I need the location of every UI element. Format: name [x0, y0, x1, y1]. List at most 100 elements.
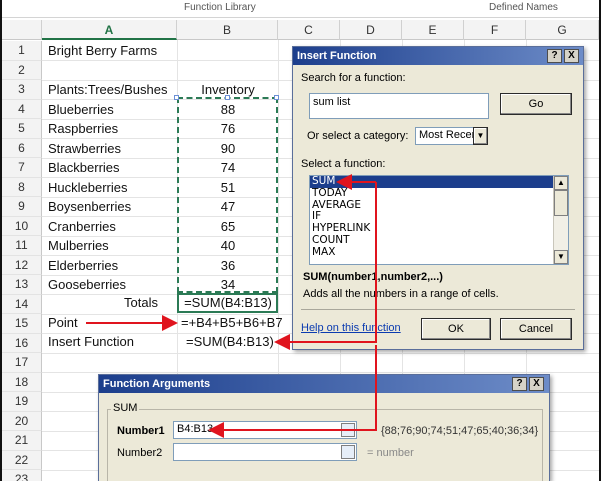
cell-b12[interactable]: 36: [178, 256, 278, 275]
row-header-12[interactable]: 12: [2, 255, 42, 275]
column-header-b[interactable]: B: [177, 20, 278, 40]
select-all-corner[interactable]: [2, 20, 42, 40]
function-arguments-dialog: Function Arguments ? X SUM Number1 B4:B1…: [98, 374, 550, 481]
cell-b5[interactable]: 76: [178, 119, 278, 138]
range-handle-top-right[interactable]: [274, 95, 279, 100]
column-header-f[interactable]: F: [464, 20, 526, 40]
row-header-7[interactable]: 7: [2, 158, 42, 178]
chevron-down-icon[interactable]: ▼: [473, 127, 488, 145]
cell-a1[interactable]: Bright Berry Farms: [48, 41, 157, 60]
cell-a5[interactable]: Raspberries: [48, 119, 118, 138]
row-header-13[interactable]: 13: [2, 275, 42, 295]
row-header-2[interactable]: 2: [2, 60, 42, 80]
column-header-a[interactable]: A: [42, 20, 177, 40]
insert-function-dialog: Insert Function ? X Search for a functio…: [292, 46, 584, 350]
cell-a15[interactable]: Point: [48, 313, 78, 332]
number1-label: Number1: [117, 425, 165, 437]
row-header-20[interactable]: 20: [2, 411, 42, 431]
range-handle-top[interactable]: [225, 95, 230, 100]
row-header-23[interactable]: 23: [2, 470, 42, 481]
function-list-item[interactable]: COUNT: [310, 234, 568, 247]
cell-b10[interactable]: 65: [178, 217, 278, 236]
number1-input[interactable]: B4:B13: [173, 421, 357, 439]
function-list[interactable]: SUM TODAY AVERAGE IF HYPERLINK COUNT MAX ▲ ▼: [309, 175, 569, 265]
row-header-11[interactable]: 11: [2, 236, 42, 256]
row-header-15[interactable]: 15: [2, 314, 42, 334]
cell-b7[interactable]: 74: [178, 158, 278, 177]
row-header-22[interactable]: 22: [2, 450, 42, 470]
ribbon-strip: Function Library Defined Names: [2, 0, 599, 18]
sum-group-label: SUM: [111, 402, 140, 414]
cell-a7[interactable]: Blackberries: [48, 158, 120, 177]
go-button[interactable]: Go: [500, 93, 572, 115]
scroll-down-icon[interactable]: ▼: [554, 250, 568, 264]
insert-function-title-bar[interactable]: Insert Function: [293, 47, 583, 65]
help-on-function-link[interactable]: Help on this function: [301, 322, 401, 334]
function-list-item[interactable]: MAX: [310, 246, 568, 259]
number2-input[interactable]: [173, 443, 357, 461]
cell-a3[interactable]: Plants:Trees/Bushes: [48, 80, 167, 99]
cell-b4[interactable]: 88: [178, 100, 278, 119]
close-button[interactable]: X: [564, 49, 579, 63]
function-list-item[interactable]: TODAY: [310, 187, 568, 200]
row-header-5[interactable]: 5: [2, 119, 42, 139]
row-header-4[interactable]: 4: [2, 99, 42, 119]
cell-b6[interactable]: 90: [178, 139, 278, 158]
cell-b14[interactable]: =SUM(B4:B13): [178, 293, 278, 312]
ribbon-group-function-library[interactable]: Function Library: [184, 2, 256, 13]
row-header-3[interactable]: 3: [2, 80, 42, 100]
row-header-21[interactable]: 21: [2, 431, 42, 451]
row-header-16[interactable]: 16: [2, 333, 42, 353]
cancel-button[interactable]: Cancel: [500, 318, 572, 340]
ok-button[interactable]: OK: [421, 318, 491, 340]
excel-window: Function Library Defined Names A B C D E…: [0, 0, 601, 481]
cell-a12[interactable]: Elderberries: [48, 256, 118, 275]
cell-a16[interactable]: Insert Function: [48, 332, 134, 351]
ribbon-group-defined-names[interactable]: Defined Names: [489, 2, 558, 13]
cell-a13[interactable]: Gooseberries: [48, 275, 126, 294]
function-list-scrollbar[interactable]: ▲ ▼: [553, 176, 568, 264]
column-header-e[interactable]: E: [402, 20, 464, 40]
row-header-18[interactable]: 18: [2, 372, 42, 392]
function-list-item[interactable]: AVERAGE: [310, 199, 568, 212]
row-header-6[interactable]: 6: [2, 138, 42, 158]
cell-b15[interactable]: =+B4+B5+B6+B7: [181, 313, 283, 332]
cell-b8[interactable]: 51: [178, 178, 278, 197]
select-function-label: Select a function:: [301, 158, 386, 170]
help-button[interactable]: ?: [547, 49, 562, 63]
fa-help-button[interactable]: ?: [512, 377, 527, 391]
cell-a4[interactable]: Blueberries: [48, 100, 114, 119]
cell-a6[interactable]: Strawberries: [48, 139, 121, 158]
scroll-up-icon[interactable]: ▲: [554, 176, 568, 190]
cell-a8[interactable]: Huckleberries: [48, 178, 127, 197]
row-gridline: [42, 372, 599, 373]
collapse-dialog-icon[interactable]: [341, 423, 355, 437]
cell-b16[interactable]: =SUM(B4:B13): [186, 332, 274, 351]
row-header-8[interactable]: 8: [2, 177, 42, 197]
cell-a9[interactable]: Boysenberries: [48, 197, 131, 216]
category-value: Most Recer: [419, 129, 476, 141]
cell-a14[interactable]: Totals: [48, 293, 158, 312]
row-header-9[interactable]: 9: [2, 197, 42, 217]
search-input[interactable]: sum list: [309, 93, 489, 119]
row-header-10[interactable]: 10: [2, 216, 42, 236]
cell-b13[interactable]: 34: [178, 275, 278, 294]
column-header-c[interactable]: C: [278, 20, 340, 40]
range-handle-top-left[interactable]: [174, 95, 179, 100]
cell-a10[interactable]: Cranberries: [48, 217, 116, 236]
row-header-19[interactable]: 19: [2, 392, 42, 412]
function-list-item[interactable]: SUM: [310, 176, 568, 188]
row-header-17[interactable]: 17: [2, 353, 42, 373]
function-arguments-title-bar[interactable]: Function Arguments: [99, 375, 549, 393]
collapse-dialog-icon[interactable]: [341, 445, 355, 459]
scroll-thumb[interactable]: [554, 190, 568, 216]
cell-b9[interactable]: 47: [178, 197, 278, 216]
fa-close-button[interactable]: X: [529, 377, 544, 391]
column-header-d[interactable]: D: [340, 20, 402, 40]
number1-result: {88;76;90;74;51;47;65;40;36;34}: [381, 425, 539, 437]
row-header-14[interactable]: 14: [2, 294, 42, 314]
row-header-1[interactable]: 1: [2, 41, 42, 61]
column-header-g[interactable]: G: [526, 20, 599, 40]
cell-b11[interactable]: 40: [178, 236, 278, 255]
cell-a11[interactable]: Mulberries: [48, 236, 109, 255]
